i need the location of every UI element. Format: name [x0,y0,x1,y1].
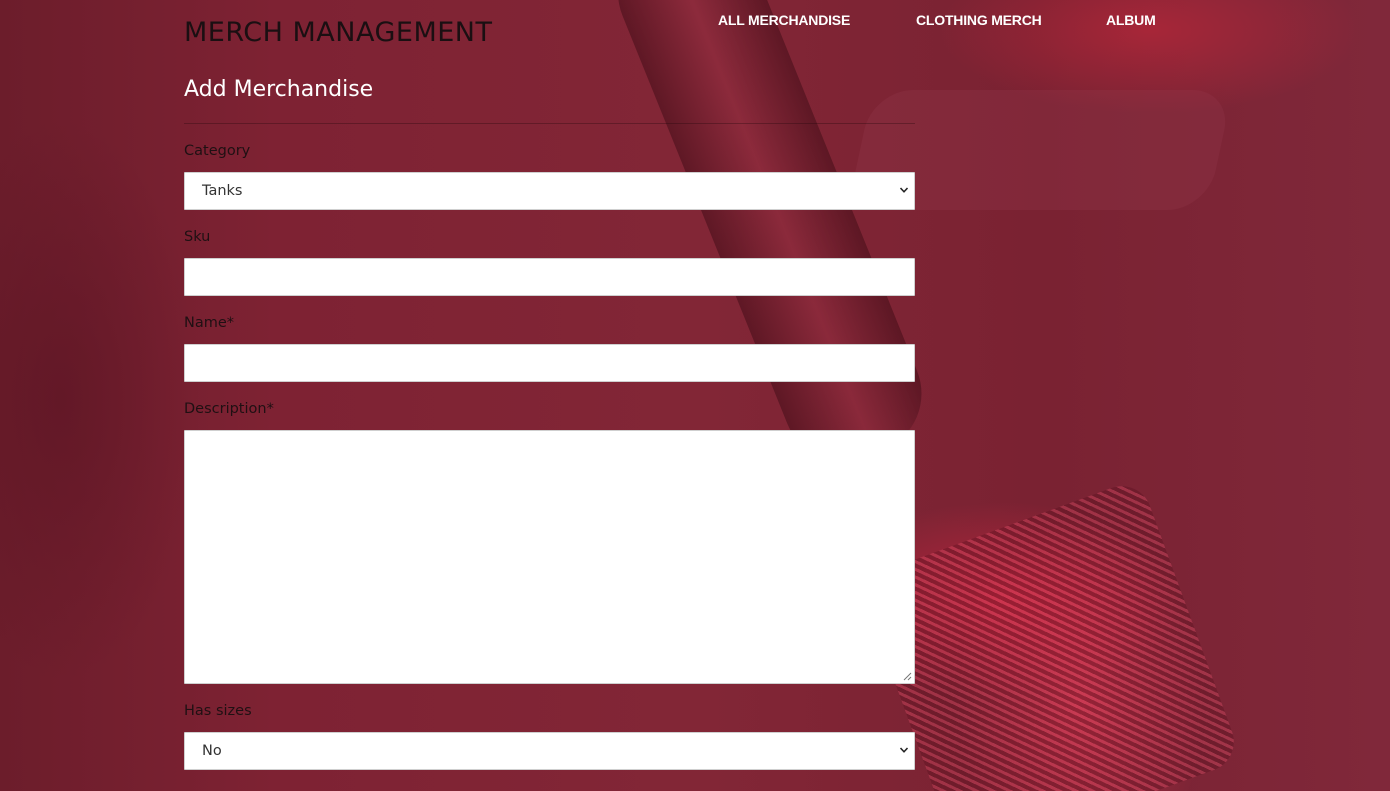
description-label: Description* [184,401,274,417]
site-title: MERCH MANAGEMENT [184,17,493,48]
nav-album[interactable]: ALBUM [1106,10,1186,30]
has-sizes-select[interactable]: No [184,732,915,770]
sku-label: Sku [184,229,211,245]
has-sizes-label: Has sizes [184,703,252,719]
category-select[interactable]: Tanks [184,172,915,210]
name-input[interactable] [184,344,915,382]
resize-grip-icon[interactable] [903,672,912,681]
form-title: Add Merchandise [184,77,374,102]
has-sizes-value: No [202,743,222,759]
sku-input[interactable] [184,258,915,296]
nav-clothing-merch[interactable]: CLOTHING MERCH [916,10,1106,30]
name-label: Name* [184,315,235,331]
nav-all-merchandise[interactable]: ALL MERCHANDISE [718,10,916,30]
category-value: Tanks [202,183,243,199]
chevron-down-icon [900,187,908,193]
category-label: Category [184,143,251,159]
title-divider [184,123,915,124]
main-nav: ALL MERCHANDISE CLOTHING MERCH ALBUM [718,10,1186,30]
chevron-down-icon [900,747,908,753]
description-textarea[interactable] [184,430,915,684]
